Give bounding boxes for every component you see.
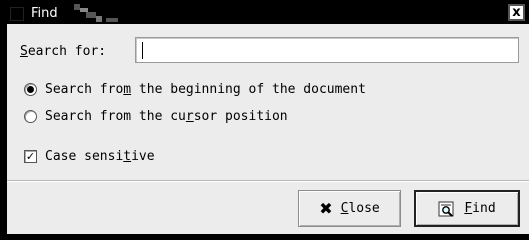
close-button-label: Close [340,201,380,216]
checkbox-case-sensitive[interactable]: ✓ [24,150,37,163]
x-icon: ✖ [319,198,333,218]
window-bottom-edge [0,234,529,240]
close-button[interactable]: ✖ Close [298,190,401,227]
option-from-beginning-label: Search from the beginning of the documen… [45,82,366,97]
option-from-cursor-label: Search from the cursor position [45,109,288,124]
titlebar-background [118,10,501,24]
option-from-cursor[interactable]: Search from the cursor position [24,109,288,124]
find-icon [438,201,456,217]
find-button-label: Find [464,201,496,216]
option-from-beginning[interactable]: Search from the beginning of the documen… [24,82,366,97]
option-case-sensitive[interactable]: ✓ Case sensitive [24,149,155,164]
text-caret [142,42,143,59]
titlebar-decoration [72,4,132,24]
dialog-body: Search for: Search from the beginning of… [7,24,529,234]
window-title: Find [31,6,58,21]
radio-from-cursor[interactable] [24,110,37,123]
search-input[interactable] [135,37,519,63]
find-button[interactable]: Find [414,190,520,227]
close-icon[interactable]: x [508,4,525,21]
titlebar[interactable]: Find x [0,0,529,24]
search-label-mnemonic: S [20,44,28,59]
search-label: Search for: [20,44,107,59]
case-sensitive-label: Case sensitive [45,149,155,164]
button-separator [7,180,529,182]
check-icon: ✓ [25,150,36,163]
find-dialog-window: Find x Search for: Search from the begin… [0,0,529,240]
radio-from-beginning[interactable] [24,83,37,96]
window-menu-icon[interactable] [10,7,24,21]
title-tab[interactable]: Find [4,3,68,24]
close-glyph: x [512,5,521,20]
